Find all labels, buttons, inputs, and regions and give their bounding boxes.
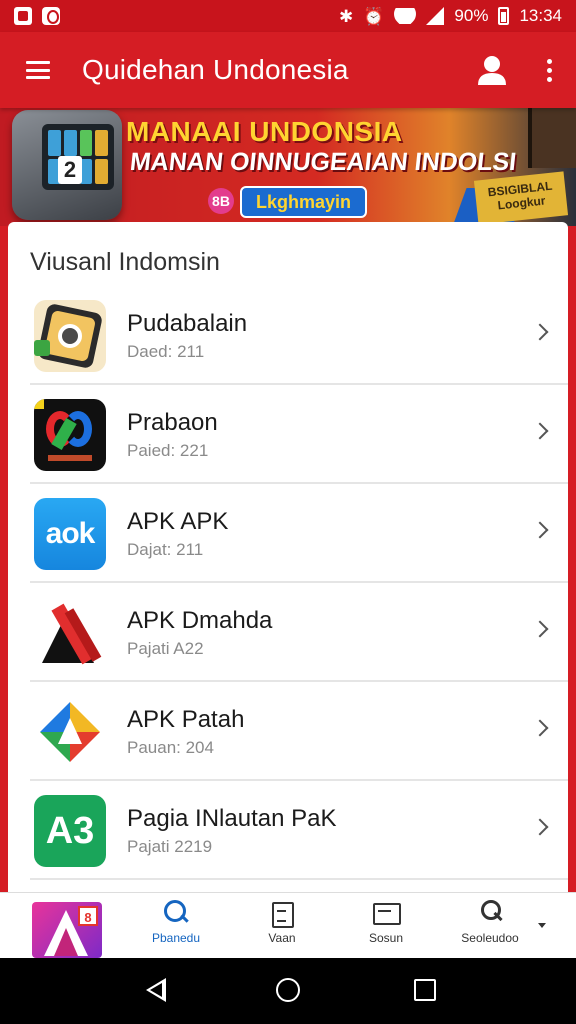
chevron-right-icon — [531, 521, 549, 539]
banner-device-image: 2 — [12, 110, 122, 220]
chevron-right-icon — [531, 323, 549, 341]
app-name: APK Dmahda — [127, 607, 273, 634]
nav-tab-label: Sosun — [368, 931, 404, 945]
clipboard-icon — [268, 899, 296, 928]
back-icon[interactable] — [146, 978, 166, 1002]
app-list-card: Viusanl Indomsin Pudabalain Daed: 211 Pr… — [8, 222, 568, 892]
nav-tab-label: Seoleudoo — [461, 931, 519, 945]
battery-percent: 90% — [454, 6, 489, 25]
app-meta: Paied: 221 — [127, 441, 209, 460]
wifi-icon — [394, 8, 416, 24]
status-bar: ✱ ⏰ 90% 13:34 — [0, 0, 576, 32]
app-bar: Quidehan Undonesia — [0, 32, 576, 108]
status-right: ✱ ⏰ 90% 13:34 — [339, 6, 562, 26]
featured-app-shortcut[interactable]: 8 — [32, 902, 102, 958]
app-name: Pudabalain — [127, 310, 248, 337]
list-item[interactable]: A3 Pagia INlautan PaK Pajati 2219 — [30, 781, 568, 880]
app-name: Pagia INlautan PaK — [127, 805, 337, 832]
bluetooth-icon: ✱ — [339, 6, 354, 26]
nav-tab-search[interactable]: Pbanedu — [128, 899, 224, 955]
nav-tab-messages[interactable]: Sosun — [338, 899, 434, 955]
gallery-notification-icon — [14, 7, 32, 25]
list-item[interactable]: Prabaon Paied: 221 — [30, 385, 568, 484]
alarm-icon: ⏰ — [363, 6, 385, 26]
aok-app-icon: aok — [34, 498, 106, 570]
signal-icon — [426, 7, 445, 25]
app-title: Quidehan Undonesia — [82, 54, 349, 85]
banner-logo: 8B — [208, 188, 234, 214]
list-item[interactable]: aok APK APK Dajat: 211 — [30, 484, 568, 583]
banner-device-number: 2 — [58, 156, 82, 184]
battery-icon — [498, 7, 510, 25]
bottom-nav: 8 Pbanedu Vaan Sosun Seoleudoo — [0, 892, 576, 958]
app-list: Pudabalain Daed: 211 Prabaon Paied: 221 … — [8, 286, 568, 880]
app-meta: Pauan: 204 — [127, 738, 214, 757]
more-vert-icon — [546, 58, 552, 82]
clock: 13:34 — [519, 6, 562, 25]
chevron-right-icon — [531, 719, 549, 737]
status-left — [14, 7, 60, 25]
app-badge: 8 — [78, 906, 98, 926]
app-meta: Pajati A22 — [127, 639, 204, 658]
chevron-right-icon — [531, 422, 549, 440]
app-name: APK Patah — [127, 706, 245, 733]
banner-headline: MANAAI UNDONSIA — [126, 116, 403, 147]
banner-shelf-image — [528, 108, 576, 168]
hamburger-icon — [26, 61, 50, 79]
app-meta: Daed: 211 — [127, 342, 205, 361]
user-icon — [478, 56, 506, 85]
promo-banner[interactable]: 2 MANAAI UNDONSIA MANAN OINNUGEAIAN INDO… — [0, 108, 576, 226]
search-icon — [162, 899, 190, 927]
home-icon[interactable] — [276, 978, 300, 1002]
nav-tab-label: Pbanedu — [151, 931, 201, 945]
nav-tab-label: Vaan — [268, 931, 296, 945]
app-meta: Pajati 2219 — [127, 837, 213, 856]
chevron-right-icon — [531, 620, 549, 638]
system-nav-bar — [0, 958, 576, 1024]
app-meta: Dajat: 211 — [127, 540, 204, 559]
red-a-app-icon — [34, 597, 106, 669]
colorful-arrow-app-icon — [34, 696, 106, 768]
message-icon — [372, 899, 401, 927]
banner-cta[interactable]: Lkghmayin — [240, 186, 368, 218]
list-item[interactable]: APK Dmahda Pajati A22 — [30, 583, 568, 682]
app-name: Prabaon — [127, 409, 218, 436]
app-name: APK APK — [127, 508, 229, 535]
banner-subheadline: MANAN OINNUGEAIAN INDOLSI — [128, 148, 518, 176]
more-options-button[interactable] — [522, 32, 576, 108]
section-title: Viusanl Indomsin — [30, 248, 220, 276]
list-item[interactable]: Pudabalain Daed: 211 — [30, 286, 568, 385]
list-item[interactable]: APK Patah Pauan: 204 — [30, 682, 568, 781]
nav-tab-people[interactable]: Seoleudoo — [442, 899, 538, 955]
chevron-right-icon — [531, 818, 549, 836]
recent-apps-icon[interactable] — [414, 979, 436, 1001]
notification-icon — [42, 7, 60, 25]
camera-app-icon — [34, 300, 106, 372]
green-a3-app-icon: A3 — [34, 795, 106, 867]
profile-button[interactable] — [462, 32, 522, 108]
nav-tab-list[interactable]: Vaan — [234, 899, 330, 955]
menu-button[interactable] — [0, 32, 76, 108]
banner-tag: BSIGIBLAL Loogkur — [473, 171, 569, 225]
swirl-app-icon — [34, 399, 106, 471]
person-search-icon — [476, 899, 504, 927]
caret-down-icon[interactable] — [538, 923, 546, 928]
